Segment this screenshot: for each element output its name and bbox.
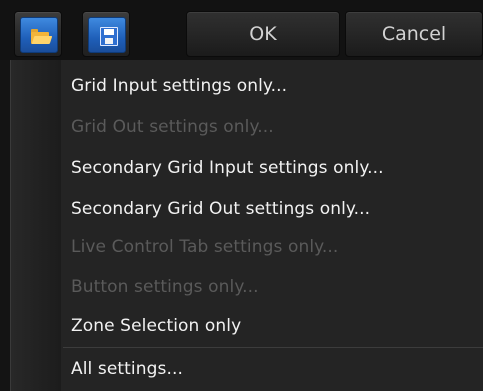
ok-button[interactable]: OK <box>186 11 340 57</box>
menu-item-zone-selection[interactable]: Zone Selection only <box>71 306 241 346</box>
save-button-face <box>88 17 126 53</box>
menu-item-grid-input[interactable]: Grid Input settings only... <box>71 66 287 106</box>
settings-dropdown-menu: Grid Input settings only... Grid Out set… <box>10 60 483 391</box>
menu-item-secondary-grid-input[interactable]: Secondary Grid Input settings only... <box>71 148 384 188</box>
menu-item-secondary-grid-out[interactable]: Secondary Grid Out settings only... <box>71 189 370 229</box>
menu-item-live-control-tab: Live Control Tab settings only... <box>71 237 339 257</box>
cancel-button[interactable]: Cancel <box>345 11 483 57</box>
open-button-face <box>20 17 58 53</box>
menu-item-all-settings[interactable]: All settings... <box>71 349 183 389</box>
toolbar: OK Cancel <box>0 0 483 60</box>
menu-separator <box>63 347 483 348</box>
menu-item-grid-out: Grid Out settings only... <box>71 117 274 137</box>
save-disk-icon <box>100 27 118 46</box>
save-button[interactable] <box>82 11 130 57</box>
open-button[interactable] <box>14 11 62 57</box>
menu-icon-gutter <box>11 60 61 391</box>
menu-item-button-settings: Button settings only... <box>71 277 259 297</box>
